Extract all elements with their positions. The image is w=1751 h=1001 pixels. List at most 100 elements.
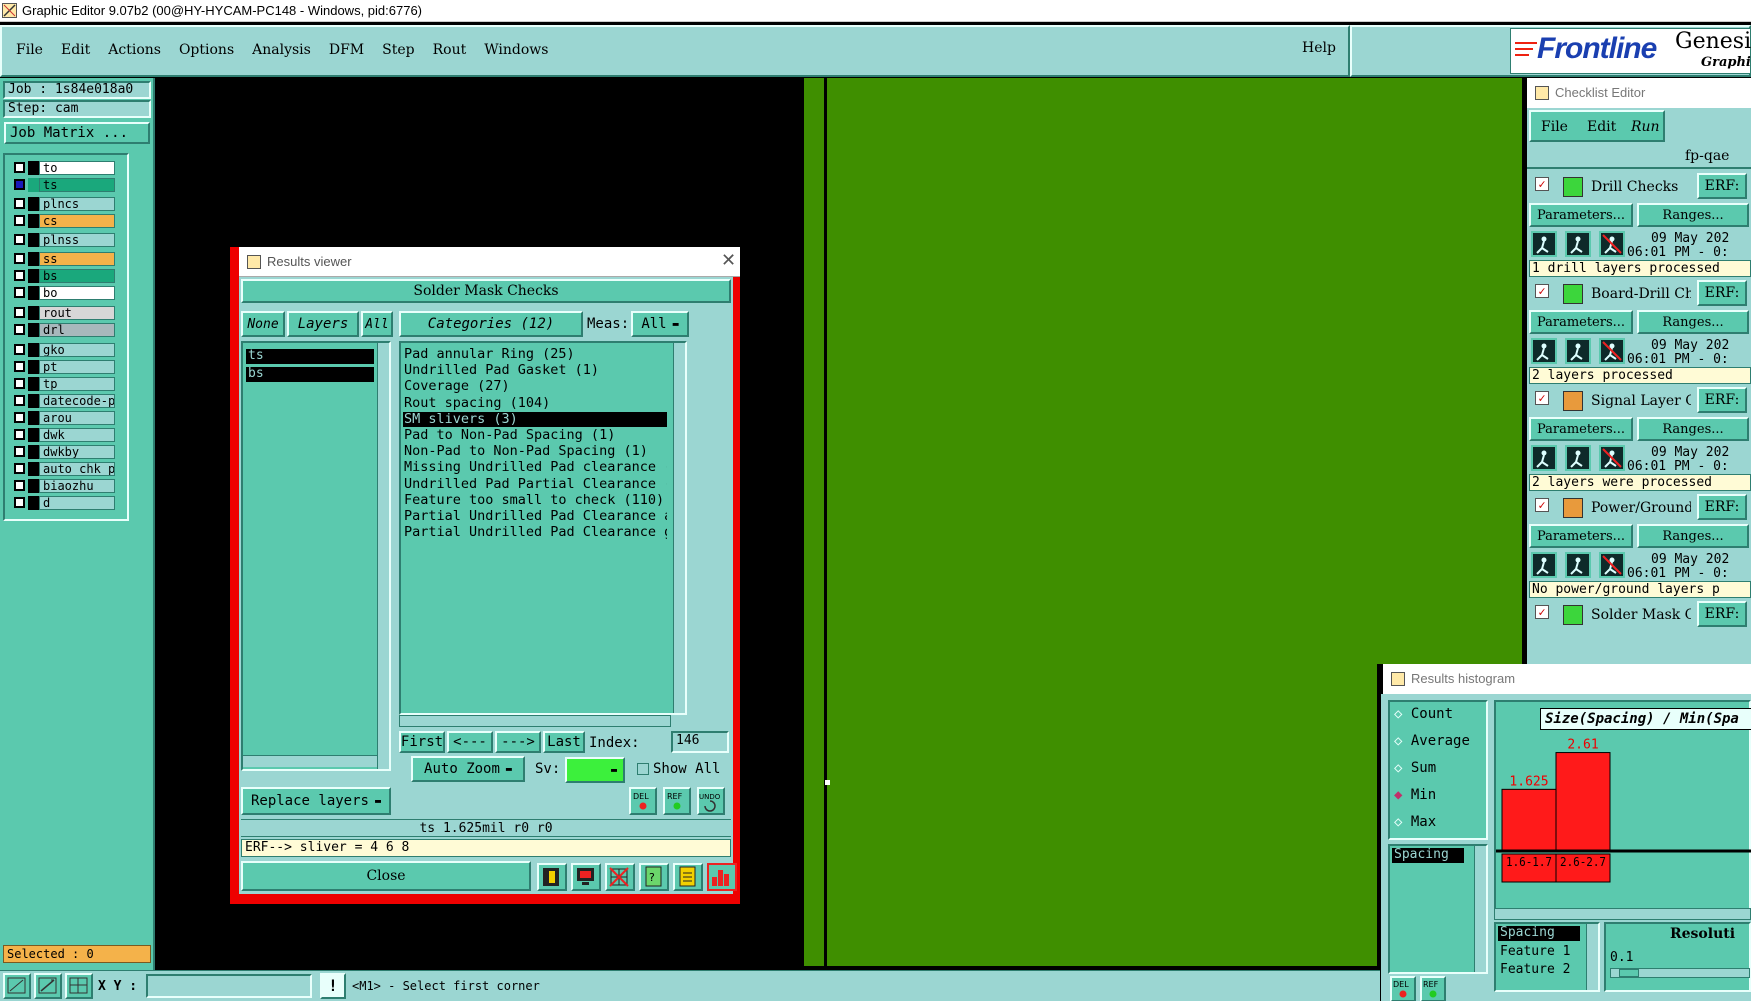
layer-checkbox[interactable] — [14, 395, 25, 406]
layer-row-dwk[interactable]: dwk — [11, 428, 115, 442]
checklist-menu-edit[interactable]: Edit — [1587, 119, 1616, 135]
check-name[interactable]: Board-Drill Che — [1591, 286, 1691, 302]
menu-help-label[interactable]: Help — [1302, 40, 1336, 56]
check-enable-checkbox[interactable]: ✓ — [1535, 177, 1549, 191]
check-enable-checkbox[interactable]: ✓ — [1535, 498, 1549, 512]
menu-file[interactable]: File — [12, 42, 57, 58]
next-button[interactable]: ---> — [495, 731, 541, 753]
layer-name[interactable]: pt — [39, 360, 115, 374]
layer-row-gko[interactable]: gko — [11, 343, 115, 357]
undo-icon[interactable]: UNDO — [697, 787, 725, 815]
stop-check-icon[interactable] — [1599, 552, 1625, 578]
check-name[interactable]: Solder Mask Ch — [1591, 607, 1691, 623]
layer-name[interactable]: arou — [39, 411, 115, 425]
run-check-icon[interactable] — [1531, 231, 1557, 257]
monitor-icon[interactable] — [571, 863, 601, 891]
close-button[interactable]: Close — [241, 861, 531, 891]
check-erf-dropdown[interactable]: ERF: — [1697, 280, 1747, 306]
category-item[interactable]: Undrilled Pad Partial Clearance ( — [403, 477, 667, 492]
spacing-table-row[interactable]: Feature 1 — [1500, 944, 1570, 959]
layer-name[interactable]: auto_chk_pn2 — [39, 462, 115, 476]
layer-result-bs[interactable]: bs — [246, 367, 374, 382]
sv-color-dropdown[interactable]: ▬ — [565, 757, 625, 783]
none-button[interactable]: None — [241, 311, 285, 337]
check-erf-dropdown[interactable]: ERF: — [1697, 387, 1747, 413]
layer-checkbox[interactable] — [14, 429, 25, 440]
checklist-menu-file[interactable]: File — [1541, 119, 1568, 135]
layer-checkbox[interactable] — [14, 446, 25, 457]
layer-checkbox[interactable] — [14, 179, 25, 190]
hist-ref-icon[interactable]: REF — [1420, 976, 1446, 1001]
xy-input[interactable] — [146, 974, 312, 998]
spacing-table-header[interactable]: Spacing — [1498, 926, 1580, 941]
check-ranges-button[interactable]: Ranges... — [1637, 524, 1749, 548]
layer-row-rout[interactable]: rout — [11, 306, 115, 320]
layer-checkbox[interactable] — [14, 480, 25, 491]
check-erf-dropdown[interactable]: ERF: — [1697, 494, 1747, 520]
meas-dropdown[interactable]: All ▬ — [631, 311, 689, 337]
layer-checkbox[interactable] — [14, 234, 25, 245]
job-matrix-button[interactable]: Job Matrix ... — [4, 122, 150, 144]
menu-analysis[interactable]: Analysis — [248, 42, 325, 58]
layer-name[interactable]: bs — [39, 269, 115, 283]
layer-name[interactable]: datecode-pte — [39, 394, 115, 408]
check-erf-dropdown[interactable]: ERF: — [1697, 173, 1747, 199]
histogram-bar[interactable] — [1555, 752, 1611, 851]
layer-checkbox[interactable] — [14, 287, 25, 298]
menu-actions[interactable]: Actions — [104, 42, 175, 58]
menu-step[interactable]: Step — [378, 42, 428, 58]
del-icon[interactable]: DEL — [629, 787, 657, 815]
category-item[interactable]: Undrilled Pad Gasket (1) — [403, 363, 667, 378]
layer-row-d[interactable]: d — [11, 496, 115, 510]
run-step-icon[interactable] — [1565, 445, 1591, 471]
layer-row-ts[interactable]: ts — [11, 178, 115, 192]
no-grid-icon[interactable] — [605, 863, 635, 891]
layer-name[interactable]: cs — [39, 214, 115, 228]
check-ranges-button[interactable]: Ranges... — [1637, 417, 1749, 441]
layer-name[interactable]: bo — [39, 286, 115, 300]
option-sum[interactable]: ◇ Sum — [1394, 760, 1436, 776]
measure-icon[interactable] — [34, 973, 62, 999]
grid-icon[interactable] — [65, 973, 93, 999]
index-field[interactable]: 146 — [671, 731, 729, 753]
spacing-table-vscroll[interactable] — [1586, 924, 1598, 990]
check-parameters-button[interactable]: Parameters... — [1529, 203, 1633, 227]
layer-row-bs[interactable]: bs — [11, 269, 115, 283]
layer-checkbox[interactable] — [14, 198, 25, 209]
layer-checkbox[interactable] — [14, 162, 25, 173]
layer-name[interactable]: gko — [39, 343, 115, 357]
layer-row-plncs[interactable]: plncs — [11, 197, 115, 211]
check-name[interactable]: Power/Ground C — [1591, 500, 1691, 516]
layer-row-biaozhu[interactable]: biaozhu — [11, 479, 115, 493]
layer-row-plnss[interactable]: plnss — [11, 233, 115, 247]
menu-rout[interactable]: Rout — [429, 42, 481, 58]
notes-icon[interactable] — [673, 863, 703, 891]
auto-zoom-button[interactable]: Auto Zoom ▬ — [411, 756, 525, 782]
all-layers-button[interactable]: All — [361, 311, 393, 337]
layer-checkbox[interactable] — [14, 307, 25, 318]
category-item[interactable]: Pad annular Ring (25) — [403, 347, 667, 362]
replace-layers-dropdown[interactable]: Replace layers ▬ — [241, 787, 391, 815]
layer-row-bo[interactable]: bo — [11, 286, 115, 300]
option-average[interactable]: ◇ Average — [1394, 733, 1470, 749]
layer-list-hscroll[interactable] — [243, 755, 377, 767]
prev-button[interactable]: <--- — [447, 731, 493, 753]
check-enable-checkbox[interactable]: ✓ — [1535, 391, 1549, 405]
layer-row-dwkby[interactable]: dwkby — [11, 445, 115, 459]
close-icon[interactable]: ✕ — [721, 250, 736, 271]
layer-name[interactable]: ts — [39, 178, 115, 192]
stop-check-icon[interactable] — [1599, 338, 1625, 364]
category-hscroll[interactable] — [399, 715, 671, 727]
layers-button[interactable]: Layers — [287, 311, 359, 337]
check-enable-checkbox[interactable]: ✓ — [1535, 605, 1549, 619]
stop-check-icon[interactable] — [1599, 445, 1625, 471]
layer-name[interactable]: dwk — [39, 428, 115, 442]
check-parameters-button[interactable]: Parameters... — [1529, 524, 1633, 548]
layer-name[interactable]: dwkby — [39, 445, 115, 459]
layer-row-tp[interactable]: tp — [11, 377, 115, 391]
layer-checkbox[interactable] — [14, 361, 25, 372]
check-name[interactable]: Signal Layer Ch — [1591, 393, 1691, 409]
option-max[interactable]: ◇ Max — [1394, 814, 1436, 830]
category-item[interactable]: Partial Undrilled Pad Clearance g — [403, 525, 667, 540]
layer-list-vscroll[interactable] — [377, 343, 389, 769]
